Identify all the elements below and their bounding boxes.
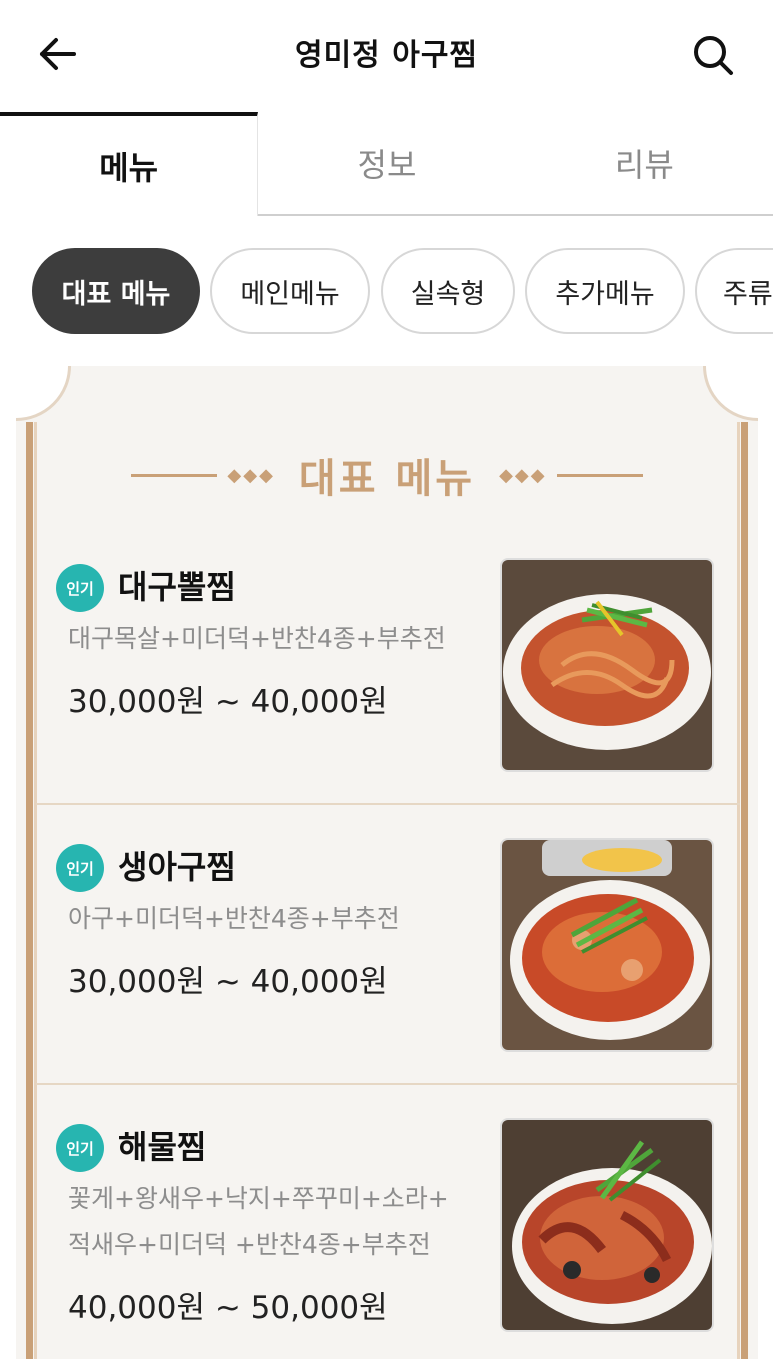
tab-menu[interactable]: 메뉴 xyxy=(0,112,259,216)
chip-extra-menu[interactable]: 추가메뉴 xyxy=(525,248,685,334)
menu-item-description: 아구+미더덕+반찬4종+부추전 xyxy=(68,904,400,933)
section-heading: ◆◆◆ 대표 메뉴 ◆◆◆ xyxy=(16,450,758,502)
search-icon xyxy=(694,36,733,75)
card-corner-decoration xyxy=(16,366,71,421)
app-header: 영미정 아구찜 xyxy=(0,0,773,110)
popular-badge: 인기 xyxy=(56,1124,104,1172)
chip-value-set[interactable]: 실속형 xyxy=(381,248,515,334)
item-divider xyxy=(36,1083,740,1085)
menu-item[interactable]: 인기 생아구찜 아구+미더덕+반찬4종+부추전 30,000원 ~ 40,000… xyxy=(36,836,740,1086)
item-divider xyxy=(36,803,740,805)
card-frame-left xyxy=(26,422,37,1359)
card-frame-right xyxy=(737,422,748,1359)
tab-review[interactable]: 리뷰 xyxy=(515,112,773,216)
section-title: 대표 메뉴 xyxy=(298,456,476,502)
menu-item-price: 40,000원 ~ 50,000원 xyxy=(68,1290,388,1326)
menu-item-photo xyxy=(500,1118,714,1332)
page-title: 영미정 아구찜 xyxy=(294,38,479,73)
diamond-ornament-icon: ◆◆◆ xyxy=(227,464,275,486)
menu-item-description: 대구목살+미더덕+반찬4종+부추전 xyxy=(68,624,446,653)
diamond-ornament-icon: ◆◆◆ xyxy=(499,464,547,486)
menu-item-description: 적새우+미더덕 +반찬4종+부추전 xyxy=(68,1230,431,1259)
main-tabs: 메뉴 정보 리뷰 xyxy=(0,112,773,216)
category-chips: 대표 메뉴 메인메뉴 실속형 추가메뉴 주류 xyxy=(0,216,773,366)
popular-badge: 인기 xyxy=(56,564,104,612)
menu-item-name: 대구뽈찜 xyxy=(118,568,236,606)
heading-line-right xyxy=(556,473,643,477)
menu-item-name: 해물찜 xyxy=(118,1128,207,1166)
menu-item-price: 30,000원 ~ 40,000원 xyxy=(68,684,388,720)
menu-item-name: 생아구찜 xyxy=(118,848,236,886)
menu-card: ◆◆◆ 대표 메뉴 ◆◆◆ 인기 대구뽈찜 대구목살+미더덕+반찬4종+부추전 … xyxy=(16,366,758,1359)
menu-item-price: 30,000원 ~ 40,000원 xyxy=(68,964,388,1000)
tab-info[interactable]: 정보 xyxy=(258,112,516,216)
card-corner-decoration xyxy=(703,366,758,421)
menu-item-photo xyxy=(500,558,714,772)
chip-signature-menu[interactable]: 대표 메뉴 xyxy=(32,248,200,334)
popular-badge: 인기 xyxy=(56,844,104,892)
search-button[interactable] xyxy=(684,26,742,84)
menu-item[interactable]: 인기 대구뽈찜 대구목살+미더덕+반찬4종+부추전 30,000원 ~ 40,0… xyxy=(36,556,740,806)
menu-item[interactable]: 인기 해물찜 꽃게+왕새우+낙지+쭈꾸미+소라+ 적새우+미더덕 +반찬4종+부… xyxy=(36,1116,740,1359)
chip-drinks[interactable]: 주류 xyxy=(695,248,773,334)
menu-item-photo xyxy=(500,838,714,1052)
chip-main-menu[interactable]: 메인메뉴 xyxy=(210,248,370,334)
heading-line-left xyxy=(131,473,218,477)
menu-item-description: 꽃게+왕새우+낙지+쭈꾸미+소라+ xyxy=(68,1184,449,1213)
